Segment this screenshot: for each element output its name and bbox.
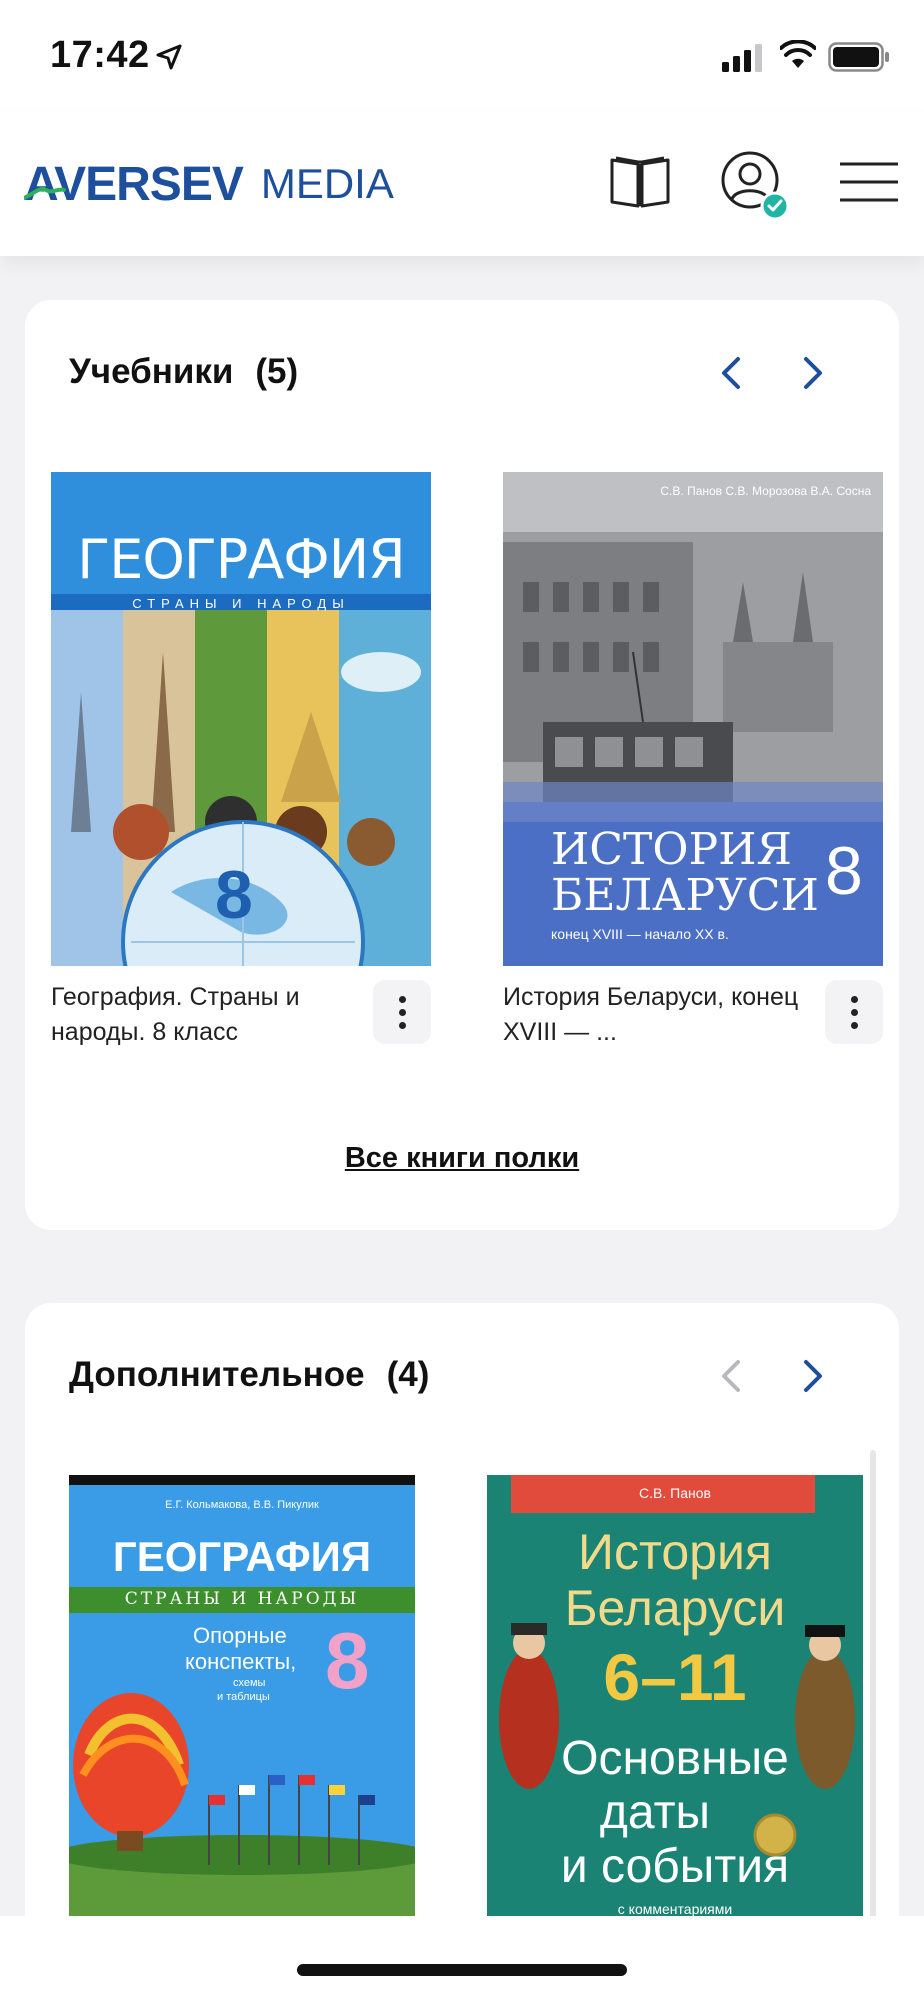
book-more-button[interactable]	[825, 980, 883, 1044]
chevron-left-icon	[722, 1360, 740, 1392]
home-indicator-bar[interactable]	[297, 1964, 627, 1976]
dot-icon	[850, 1021, 858, 1029]
book-cover[interactable]: С.В. Панов С.В. Морозова В.А. Сосна ИСТО…	[503, 472, 883, 966]
cover-desc-line2: даты	[599, 1786, 711, 1839]
cover-grade: 8	[325, 1616, 370, 1705]
brand-logo[interactable]: AVERSEV MEDIA	[24, 154, 394, 214]
shelf-count: (4)	[386, 1355, 430, 1394]
cover-subtitle: конец XVIII — начало XX в.	[551, 926, 729, 942]
book-item[interactable]: ГЕОГРАФИЯ СТРАНЫ И НАРОДЫ 8 География. С…	[51, 472, 431, 1046]
chevron-right-icon	[804, 1360, 822, 1392]
wifi-icon	[780, 40, 816, 68]
chevron-right-icon	[804, 357, 822, 389]
cover-title-line2: БЕЛАРУСИ	[551, 870, 819, 921]
cellular-signal-icon	[722, 44, 762, 72]
all-books-link[interactable]: Все книги полки	[25, 1142, 899, 1175]
open-book-icon[interactable]	[608, 152, 672, 210]
cover-title-line1: История	[578, 1524, 772, 1580]
cover-grade: 8	[825, 833, 863, 909]
carousel-next-button[interactable]	[793, 348, 833, 398]
book-cover[interactable]: Е.Г. Кольмакова, В.В. Пикулик ГЕОГРАФИЯ …	[69, 1475, 415, 1969]
cover-authors: С.В. Панов	[639, 1485, 711, 1501]
cover-desc-line3: и события	[560, 1840, 790, 1893]
status-time: 17:42	[50, 34, 150, 76]
cover-desc-line2: конспекты,	[185, 1649, 297, 1674]
horizontal-scroll-indicator	[870, 1450, 876, 1920]
app-header: AVERSEV MEDIA	[0, 112, 924, 256]
cover-desc-line4: и таблицы	[217, 1691, 270, 1703]
shelf-title-text: Дополнительное	[69, 1355, 365, 1394]
carousel-prev-button[interactable]	[711, 1351, 751, 1401]
dot-icon	[850, 995, 858, 1003]
cover-desc-line1: Опорные	[193, 1623, 287, 1648]
cover-range: 6–11	[603, 1640, 747, 1714]
cover-title-line1: ИСТОРИЯ	[551, 824, 792, 875]
cover-footer: с комментариями	[617, 1901, 733, 1917]
book-cover[interactable]: С.В. Панов История Беларуси 6–11 Основны…	[487, 1475, 863, 1969]
cover-title: ГЕОГРАФИЯ	[112, 1533, 372, 1580]
book-more-button[interactable]	[373, 980, 431, 1044]
cover-subtitle: СТРАНЫ И НАРОДЫ	[132, 596, 350, 611]
book-title[interactable]: География. Страны и народы. 8 класс	[51, 980, 351, 1050]
logo-secondary-text: MEDIA	[260, 160, 394, 207]
logo-swoosh-icon	[24, 187, 66, 200]
status-bar: 17:42	[0, 0, 924, 112]
user-account-icon[interactable]	[718, 148, 794, 224]
book-item[interactable]: С.В. Панов История Беларуси 6–11 Основны…	[487, 1475, 863, 1969]
cover-desc-line1: Основные	[561, 1732, 789, 1785]
book-item[interactable]: Е.Г. Кольмакова, В.В. Пикулик ГЕОГРАФИЯ …	[69, 1475, 415, 1969]
shelf-title: Дополнительное (4)	[69, 1355, 429, 1395]
book-item[interactable]: С.В. Панов С.В. Морозова В.А. Сосна ИСТО…	[503, 472, 883, 1046]
book-cover[interactable]: ГЕОГРАФИЯ СТРАНЫ И НАРОДЫ 8	[51, 472, 431, 966]
cover-title: ГЕОГРАФИЯ	[77, 528, 405, 591]
shelf-title-text: Учебники	[69, 352, 234, 391]
cover-title-line2: Беларуси	[564, 1580, 786, 1636]
shelf-title: Учебники (5)	[69, 352, 298, 392]
home-indicator-area	[0, 1916, 924, 2000]
shelf-additional: Дополнительное (4) Е.Г. Кольмакова, В.В.…	[25, 1303, 899, 2000]
battery-icon	[828, 42, 889, 72]
chevron-left-icon	[722, 357, 740, 389]
hamburger-menu-icon[interactable]	[838, 160, 900, 204]
cover-authors: Е.Г. Кольмакова, В.В. Пикулик	[165, 1499, 319, 1511]
carousel-prev-button[interactable]	[711, 348, 751, 398]
carousel-next-button[interactable]	[793, 1351, 833, 1401]
dot-icon	[398, 1021, 406, 1029]
dot-icon	[398, 1008, 406, 1016]
location-arrow-icon	[156, 44, 182, 70]
dot-icon	[850, 1008, 858, 1016]
cover-subtitle: СТРАНЫ И НАРОДЫ	[124, 1589, 360, 1609]
cover-desc-line3: схемы	[233, 1677, 266, 1689]
shelf-textbooks: Учебники (5) ГЕОГРАФИЯ СТРАНЫ И НАРОДЫ 8…	[25, 300, 899, 1230]
cover-grade: 8	[215, 857, 253, 933]
cover-authors: С.В. Панов С.В. Морозова В.А. Сосна	[660, 484, 871, 498]
shelf-count: (5)	[255, 352, 299, 391]
dot-icon	[398, 995, 406, 1003]
book-title[interactable]: История Беларуси, конец XVIII — ...	[503, 980, 803, 1050]
